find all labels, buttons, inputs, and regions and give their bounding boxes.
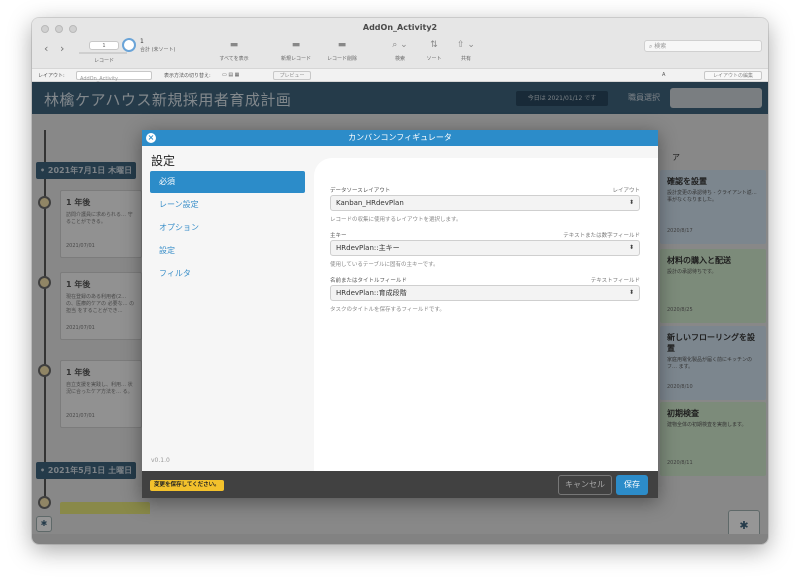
datasource-layout-help: レコードの収集に使用するレイアウトを選択します。 xyxy=(330,217,462,223)
save-button[interactable]: 保存 xyxy=(616,475,648,495)
new-record-button[interactable]: ▬ 新規レコード xyxy=(276,39,316,62)
primary-key-help: 使用しているテーブルに固有の主キーです。 xyxy=(330,262,439,268)
select-arrows-icon: ⬍ xyxy=(628,289,634,296)
app-window: AddOn_Activity2 ‹ › 1 レコード 1 合計 (未ソート) ▬… xyxy=(32,18,768,544)
delete-record-button[interactable]: ▬ レコード削除 xyxy=(322,39,362,62)
nav-settings[interactable]: 設定 xyxy=(150,240,305,262)
new-record-icon: ▬ xyxy=(291,40,301,50)
dialog-footer: 変更を保存してください。 キャンセル 保存 xyxy=(142,471,658,498)
primary-key-value: HRdevPlan::主キー xyxy=(336,244,400,252)
search-input[interactable]: ⌕ 検索 xyxy=(644,40,762,52)
delete-record-label: レコード削除 xyxy=(326,56,357,62)
total-count: 1 xyxy=(140,38,144,45)
title-field-type: テキストフィールド xyxy=(590,278,640,284)
show-all-label: すべてを表示 xyxy=(219,56,249,62)
title-bar: AddOn_Activity2 ‹ › 1 レコード 1 合計 (未ソート) ▬… xyxy=(32,18,768,68)
select-arrows-icon: ⬍ xyxy=(628,199,634,206)
primary-key-label: 主キー xyxy=(330,233,347,239)
share-button[interactable]: ⇧ ⌄ 共有 xyxy=(446,39,486,62)
title-field-value: HRdevPlan::育成段階 xyxy=(336,289,407,297)
edit-layout-button[interactable]: レイアウトの編集 xyxy=(704,71,762,80)
show-all-button[interactable]: ▬ すべてを表示 xyxy=(214,39,254,62)
font-size-icon[interactable]: A xyxy=(662,72,665,78)
search-placeholder: 検索 xyxy=(654,43,667,50)
datasource-layout-label: データソースレイアウト xyxy=(330,188,391,194)
preview-button[interactable]: プレビュー xyxy=(273,71,311,80)
total-label: 合計 (未ソート) xyxy=(140,47,176,53)
save-warning-badge: 変更を保存してください。 xyxy=(150,480,224,491)
title-field-label: 名前またはタイトルフィールド xyxy=(330,278,407,284)
dialog-header: × カンバンコンフィギュレータ xyxy=(142,130,658,146)
share-icon: ⇧ ⌄ xyxy=(457,40,475,50)
new-record-label: 新規レコード xyxy=(280,56,311,62)
cancel-button[interactable]: キャンセル xyxy=(558,475,612,495)
layout-label: レイアウト: xyxy=(38,73,65,79)
dialog-title: カンバンコンフィギュレータ xyxy=(348,133,452,142)
kanban-configurator-dialog: × カンバンコンフィギュレータ 設定 必須 レーン設定 オプション 設定 フィル… xyxy=(142,130,658,498)
settings-panel: データソースレイアウト レイアウト Kanban_HRdevPlan ⬍ レコー… xyxy=(314,158,658,471)
settings-title: 設定 xyxy=(151,154,176,168)
view-as-icons[interactable]: ▭ ▤ ▦ xyxy=(222,72,239,78)
window-title: AddOn_Activity2 xyxy=(362,23,438,32)
next-record-icon[interactable]: › xyxy=(60,42,64,55)
primary-key-select[interactable]: HRdevPlan::主キー ⬍ xyxy=(330,240,640,256)
close-icon[interactable]: × xyxy=(146,133,156,143)
nav-required[interactable]: 必須 xyxy=(150,171,305,193)
record-pie-icon xyxy=(122,38,136,52)
datasource-layout-select[interactable]: Kanban_HRdevPlan ⬍ xyxy=(330,195,640,211)
nav-lane-settings[interactable]: レーン設定 xyxy=(150,194,305,216)
title-field-select[interactable]: HRdevPlan::育成段階 ⬍ xyxy=(330,285,640,301)
search-field-icon: ⌕ xyxy=(649,43,653,50)
delete-record-icon: ▬ xyxy=(337,40,347,50)
primary-key-type: テキストまたは数字フィールド xyxy=(563,233,640,239)
nav-options[interactable]: オプション xyxy=(150,217,305,239)
layout-bar: レイアウト: AddOn_Activity 表示方法の切り替え: ▭ ▤ ▦ プ… xyxy=(32,68,768,82)
record-number-field[interactable]: 1 xyxy=(89,41,119,50)
previous-record-icon[interactable]: ‹ xyxy=(44,42,48,55)
select-arrows-icon: ⬍ xyxy=(628,244,634,251)
nav-filter[interactable]: フィルタ xyxy=(150,263,305,285)
datasource-layout-value: Kanban_HRdevPlan xyxy=(336,199,404,207)
layout-select[interactable]: AddOn_Activity xyxy=(76,71,152,82)
record-slider[interactable] xyxy=(79,52,127,54)
view-as-label: 表示方法の切り替え: xyxy=(164,73,211,79)
share-label: 共有 xyxy=(460,56,471,62)
title-field-help: タスクのタイトルを保存するフィールドです。 xyxy=(330,307,445,313)
show-all-icon: ▬ xyxy=(229,40,239,50)
version-label: v0.1.0 xyxy=(151,457,170,464)
records-label: レコード xyxy=(93,58,114,64)
datasource-layout-type: レイアウト xyxy=(612,188,640,194)
